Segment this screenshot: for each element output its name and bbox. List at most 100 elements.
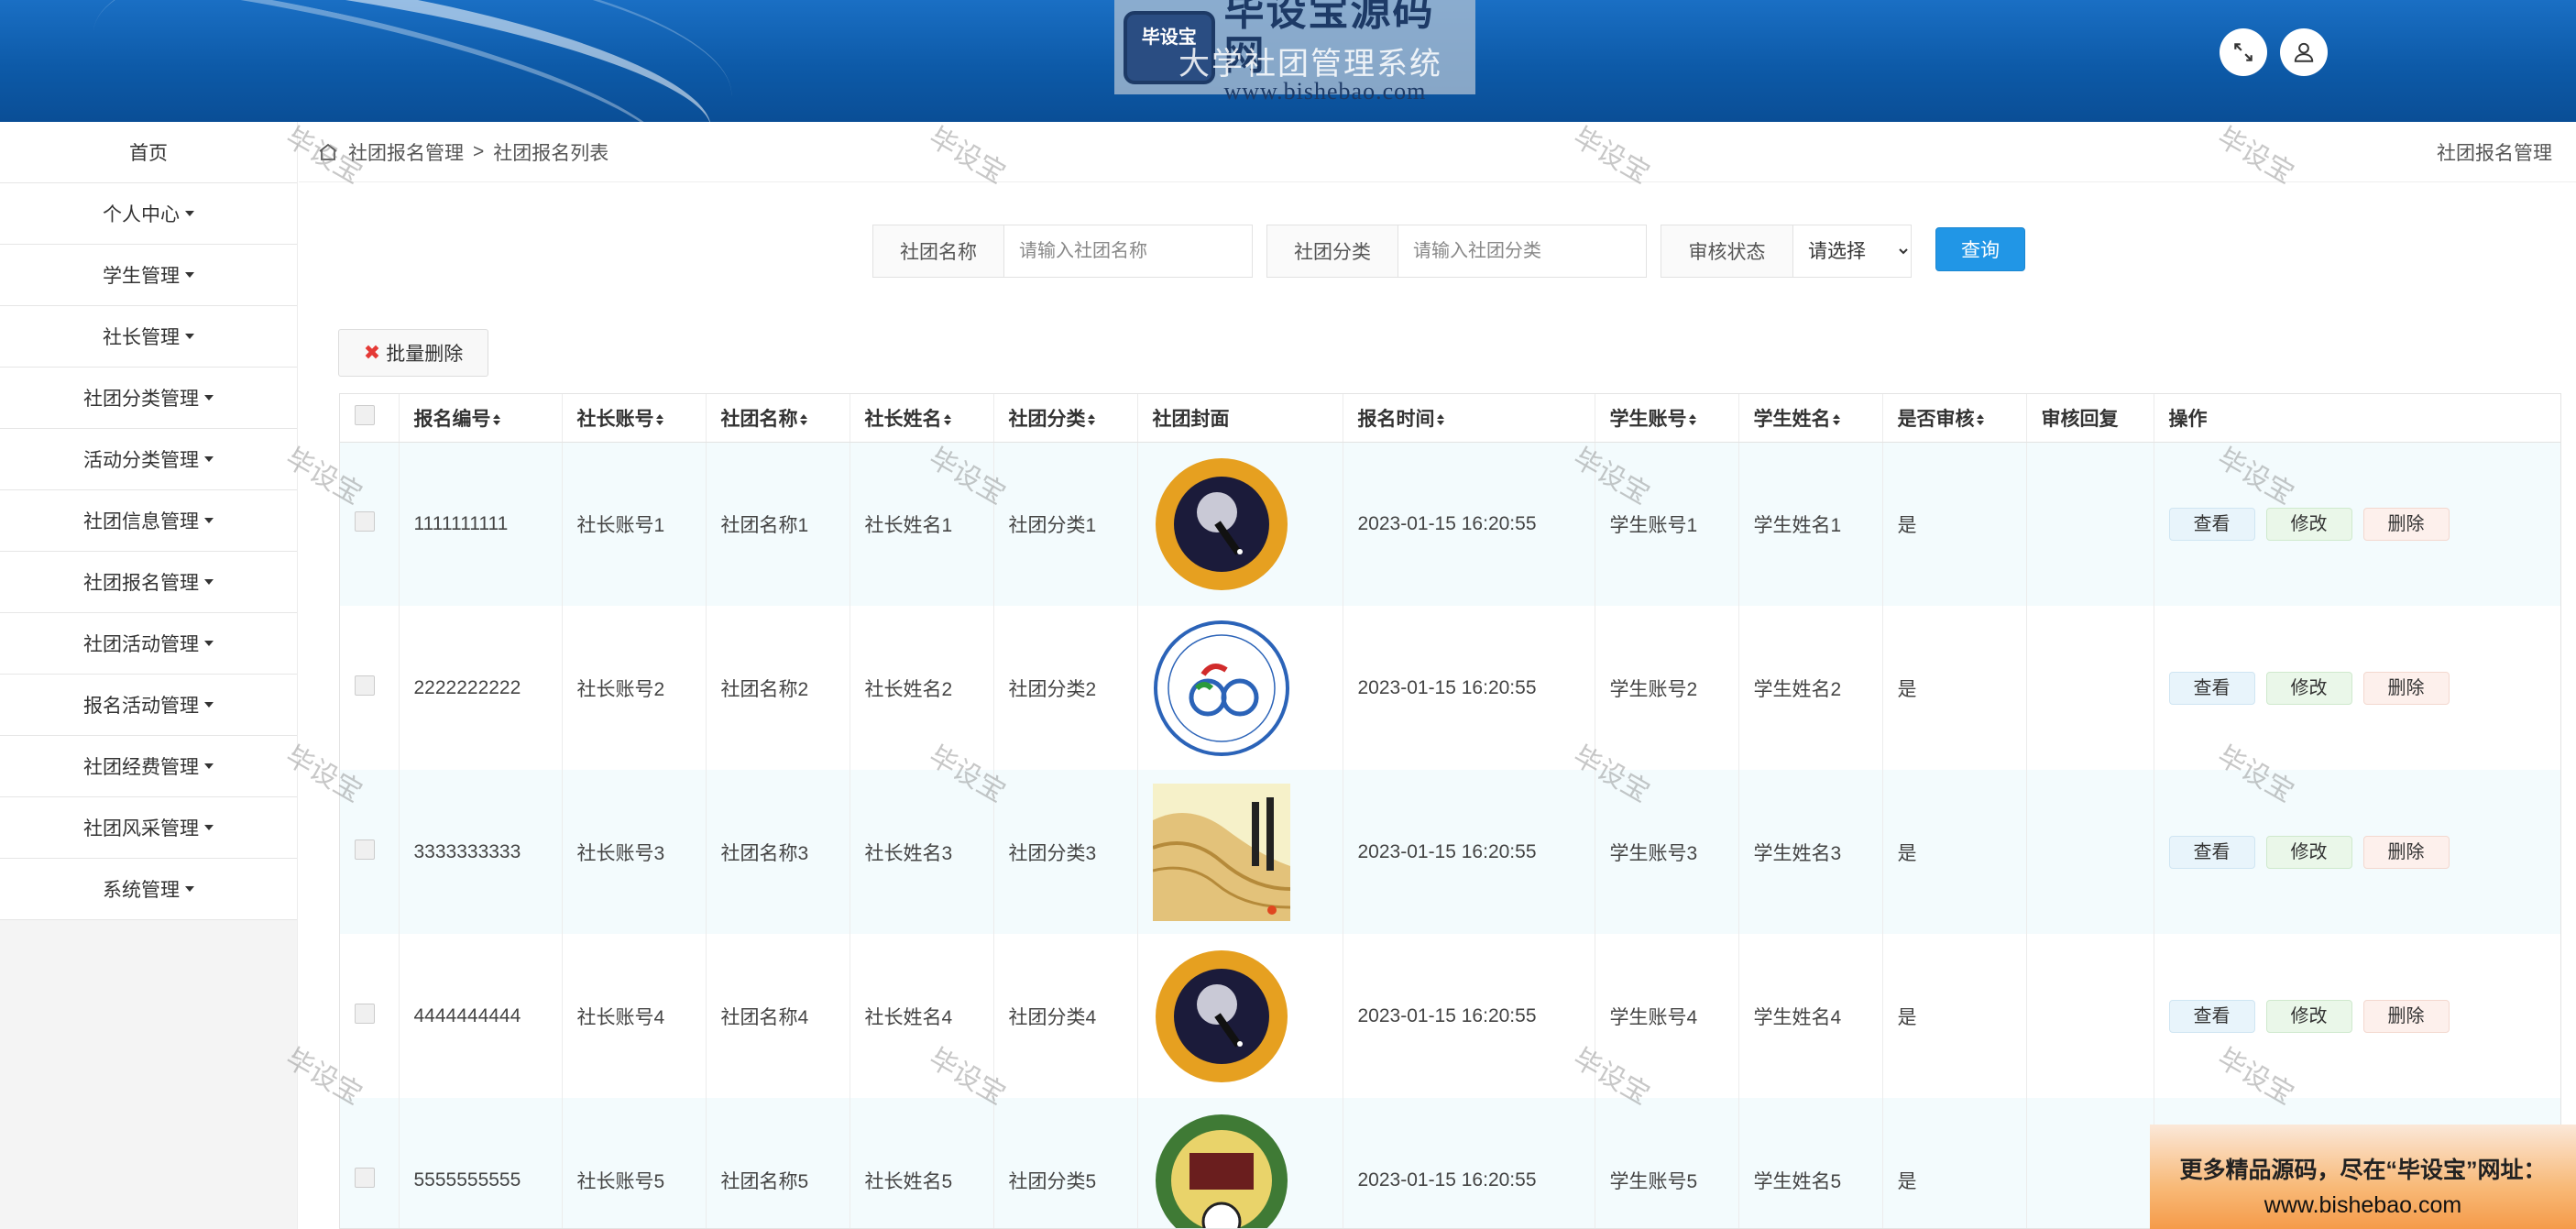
delete-button[interactable]: 删除	[2362, 835, 2450, 869]
cell-student-account: 学生账号3	[1595, 770, 1739, 934]
edit-button[interactable]: 修改	[2265, 507, 2352, 541]
sort-icon[interactable]	[1688, 414, 1696, 426]
column-header[interactable]: 报名时间	[1343, 394, 1595, 443]
delete-button[interactable]: 删除	[2362, 671, 2450, 705]
row-select-cell	[340, 1098, 400, 1228]
breadcrumb-section[interactable]: 社团报名管理	[348, 138, 464, 166]
table-row: 3333333333 社长账号3 社团名称3 社长姓名3 社团分类3 2023-01-15…	[340, 770, 2560, 934]
cell-leader-account: 社长账号1	[562, 442, 707, 606]
sidebar-item-label: 社团活动管理	[83, 634, 199, 655]
sort-icon[interactable]	[492, 414, 500, 426]
select-all-checkbox[interactable]	[355, 404, 375, 425]
sidebar-item-label: 学生管理	[103, 266, 180, 287]
column-header[interactable]: 学生姓名	[1738, 394, 1883, 443]
row-checkbox[interactable]	[355, 839, 375, 860]
fullscreen-button[interactable]	[2220, 28, 2267, 76]
club-category-search: 社团分类	[1266, 225, 1647, 278]
view-button[interactable]: 查看	[2168, 671, 2255, 705]
cell-student-name: 学生姓名3	[1738, 770, 1883, 934]
row-checkbox[interactable]	[355, 510, 375, 532]
sidebar-item[interactable]: 学生管理	[0, 245, 297, 306]
column-header[interactable]: 社长账号	[562, 394, 707, 443]
column-header[interactable]: 社团名称	[706, 394, 850, 443]
sidebar-item-label: 社团信息管理	[83, 511, 199, 532]
sidebar-item[interactable]: 报名活动管理	[0, 675, 297, 736]
audit-status-select[interactable]: 请选择	[1793, 225, 1911, 277]
promo-banner[interactable]: 更多精品源码，尽在“毕设宝”网址： www.bishebao.com	[2150, 1125, 2576, 1229]
cell-club-name: 社团名称5	[706, 1098, 850, 1228]
column-header-label: 社团封面	[1152, 408, 1230, 430]
row-checkbox[interactable]	[355, 1167, 375, 1188]
view-button[interactable]: 查看	[2168, 835, 2255, 869]
user-icon	[2294, 42, 2314, 62]
cell-club-name: 社团名称3	[706, 770, 850, 934]
cell-time: 2023-01-15 16:20:55	[1343, 442, 1595, 606]
cell-student-name: 学生姓名1	[1738, 442, 1883, 606]
home-icon[interactable]	[317, 141, 339, 163]
sort-icon[interactable]	[1436, 414, 1444, 426]
cell-leader-name: 社长姓名2	[850, 606, 994, 770]
column-header[interactable]: 报名编号	[399, 394, 563, 443]
cell-id: 1111111111	[399, 442, 563, 606]
sort-icon[interactable]	[943, 414, 951, 426]
cell-actions: 查看修改删除	[2154, 606, 2560, 770]
query-button[interactable]: 查询	[1935, 227, 2025, 271]
sidebar-item-label: 社长管理	[103, 327, 180, 348]
cell-category: 社团分类1	[993, 442, 1138, 606]
column-header[interactable]: 社团分类	[993, 394, 1138, 443]
sidebar-item[interactable]: 社长管理	[0, 306, 297, 368]
sidebar-item[interactable]: 个人中心	[0, 183, 297, 245]
sort-icon[interactable]	[1832, 414, 1840, 426]
club-cover-image	[1155, 457, 1288, 590]
select-all-header	[340, 394, 400, 443]
sidebar-menu: 首页 个人中心 学生管理 社长管理 社团分类管理 活动分类管理 社团信息管理 社团报名管理 社团…	[0, 122, 298, 1229]
batch-delete-button[interactable]: ✖ 批量删除	[338, 329, 488, 377]
club-category-input[interactable]	[1398, 225, 1646, 277]
cell-id: 5555555555	[399, 1098, 563, 1228]
delete-button[interactable]: 删除	[2362, 999, 2450, 1033]
edit-button[interactable]: 修改	[2265, 999, 2352, 1033]
club-name-input[interactable]	[1004, 225, 1252, 277]
caret-down-icon	[185, 334, 194, 339]
row-checkbox[interactable]	[355, 675, 375, 696]
cell-reply	[2026, 606, 2154, 770]
sidebar-item[interactable]: 首页	[0, 122, 297, 183]
column-header[interactable]: 社长姓名	[850, 394, 994, 443]
sidebar-item-label: 社团分类管理	[83, 389, 199, 410]
club-cover-image	[1155, 949, 1288, 1082]
sidebar-item[interactable]: 社团活动管理	[0, 613, 297, 675]
delete-button[interactable]: 删除	[2362, 507, 2450, 541]
view-button[interactable]: 查看	[2168, 999, 2255, 1033]
sidebar-item[interactable]: 社团经费管理	[0, 736, 297, 797]
club-category-label: 社团分类	[1267, 225, 1398, 277]
column-header[interactable]: 是否审核	[1882, 394, 2027, 443]
sort-icon[interactable]	[655, 414, 663, 426]
sidebar-item[interactable]: 社团报名管理	[0, 552, 297, 613]
user-button[interactable]	[2280, 28, 2328, 76]
sidebar-item[interactable]: 系统管理	[0, 859, 297, 920]
row-checkbox[interactable]	[355, 1003, 375, 1024]
cell-time: 2023-01-15 16:20:55	[1343, 934, 1595, 1098]
view-button[interactable]: 查看	[2168, 507, 2255, 541]
club-cover-image	[1155, 1114, 1288, 1228]
sort-icon[interactable]	[1976, 414, 1984, 426]
sidebar-item[interactable]: 社团风采管理	[0, 797, 297, 859]
sidebar-item[interactable]: 社团分类管理	[0, 368, 297, 429]
sidebar-item[interactable]: 社团信息管理	[0, 490, 297, 552]
cell-leader-name: 社长姓名3	[850, 770, 994, 934]
column-header[interactable]: 学生账号	[1595, 394, 1739, 443]
cell-reply	[2026, 442, 2154, 606]
brand-watermark-logo: 毕设宝 毕设宝源码网 www.bishebao.com 大学社团管理系统	[1114, 0, 1475, 104]
sidebar-item[interactable]: 活动分类管理	[0, 429, 297, 490]
edit-button[interactable]: 修改	[2265, 671, 2352, 705]
sort-icon[interactable]	[1087, 414, 1095, 426]
cell-id: 4444444444	[399, 934, 563, 1098]
edit-button[interactable]: 修改	[2265, 835, 2352, 869]
cell-actions: 查看修改删除	[2154, 934, 2560, 1098]
cell-student-name: 学生姓名5	[1738, 1098, 1883, 1228]
top-header: 毕设宝 毕设宝源码网 www.bishebao.com 大学社团管理系统	[0, 0, 2576, 122]
sort-icon[interactable]	[799, 414, 807, 426]
cell-category: 社团分类5	[993, 1098, 1138, 1228]
row-select-cell	[340, 606, 400, 770]
column-header: 操作	[2154, 394, 2560, 443]
